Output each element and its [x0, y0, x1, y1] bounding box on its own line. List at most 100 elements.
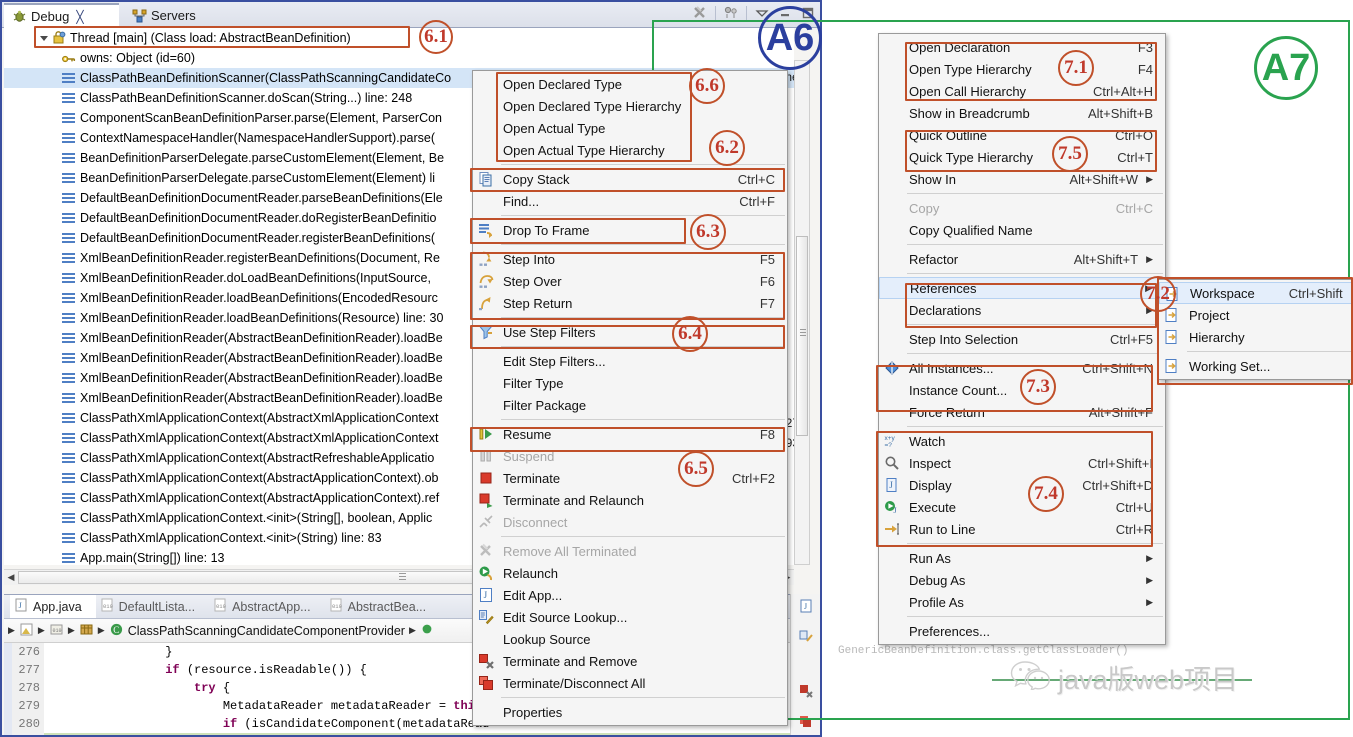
menu-item-label: Edit Step Filters... [503, 354, 606, 369]
stack-frame-icon [62, 132, 75, 144]
menu-item-run-as[interactable]: Run As▶ [879, 547, 1165, 569]
stack-frame-icon [62, 92, 75, 104]
menu-item-relaunch[interactable]: Relaunch [473, 562, 787, 584]
editor-tab-defaultlista[interactable]: 010 DefaultLista... [96, 595, 209, 618]
menu-item-show-in[interactable]: Show InAlt+Shift+W▶ [879, 168, 1165, 190]
stack-frame-label: ClassPathXmlApplicationContext(AbstractX… [80, 431, 439, 445]
stack-frame-label: ContextNamespaceHandler(NamespaceHandler… [80, 131, 435, 145]
close-icon[interactable]: ╳ [76, 10, 83, 24]
menu-item-display[interactable]: JDisplayCtrl+Shift+D [879, 474, 1165, 496]
tree-row-thread[interactable]: Thread [main] (Class load: AbstractBeanD… [4, 28, 794, 48]
menu-item-shortcut: Ctrl+R [1082, 522, 1153, 537]
tree-vertical-scrollbar[interactable] [794, 60, 810, 565]
menu-item-working-set[interactable]: Working Set... [1159, 355, 1353, 377]
menu-separator [907, 244, 1163, 245]
breadcrumb-project-icon[interactable] [19, 622, 34, 640]
stack-frame-icon [62, 212, 75, 224]
editor-context-menu[interactable]: Open DeclarationF3Open Type HierarchyF4O… [878, 33, 1166, 645]
editor-gutter[interactable] [4, 643, 12, 735]
remove-all-terminated-icon[interactable] [692, 5, 708, 21]
menu-item-step-return[interactable]: Step ReturnF7 [473, 292, 787, 314]
editor-tab-abstractapp[interactable]: 010 AbstractApp... [209, 595, 325, 618]
menu-item-copy-stack[interactable]: Copy StackCtrl+C [473, 168, 787, 190]
menu-item-suspend: Suspend [473, 445, 787, 467]
menu-item-filter-type[interactable]: Filter Type [473, 372, 787, 394]
breadcrumb-class-label[interactable]: ClassPathScanningCandidateComponentProvi… [128, 624, 405, 638]
menu-item-force-return[interactable]: Force ReturnAlt+Shift+F [879, 401, 1165, 423]
menu-item-label: Copy Stack [503, 172, 569, 187]
menu-item-workspace[interactable]: WorkspaceCtrl+Shift [1159, 282, 1353, 304]
code-line[interactable]: ScannedGenericBeanDefinition sbd [44, 733, 818, 735]
editor-tab-abstractbea[interactable]: 010 AbstractBea... [325, 595, 441, 618]
menu-item-run-to-line[interactable]: Run to LineCtrl+R [879, 518, 1165, 540]
servers-small-icon[interactable] [723, 5, 739, 21]
menu-item-step-over[interactable]: Step OverF6 [473, 270, 787, 292]
tree-row-owns[interactable]: owns: Object (id=60) [4, 48, 794, 68]
menu-item-label: Suspend [503, 449, 554, 464]
stack-frame-label: XmlBeanDefinitionReader.doLoadBeanDefini… [80, 271, 431, 285]
menu-item-step-into-selection[interactable]: Step Into SelectionCtrl+F5 [879, 328, 1165, 350]
editor-tab-app-java[interactable]: J App.java [10, 595, 96, 618]
debug-context-menu[interactable]: Open Declared Type Open Declared Type Hie… [472, 70, 788, 726]
menu-item-use-step-filters[interactable]: Use Step Filters [473, 321, 787, 343]
menu-item-edit-step-filters[interactable]: Edit Step Filters... [473, 350, 787, 372]
breadcrumb-method-icon[interactable] [420, 622, 434, 639]
tab-debug[interactable]: Debug ╳ [4, 3, 119, 28]
scrollbar-thumb[interactable] [796, 236, 808, 436]
menu-item-terminate-and-remove[interactable]: Terminate and Remove [473, 650, 787, 672]
terminate-disconnect-all-icon[interactable] [798, 714, 814, 735]
menu-item-drop-to-frame[interactable]: Drop To Frame [473, 219, 787, 241]
breadcrumb-class-icon[interactable]: C [109, 622, 124, 640]
menu-item-resume[interactable]: ResumeF8 [473, 423, 787, 445]
menu-item-profile-as[interactable]: Profile As▶ [879, 591, 1165, 613]
menu-item-label: Preferences... [909, 624, 990, 639]
expand-arrow-icon[interactable] [40, 36, 48, 41]
menu-item-open-declared-type-hierarchy[interactable]: Open Declared Type Hierarchy [473, 95, 787, 117]
menu-item-edit-app[interactable]: JEdit App... [473, 584, 787, 606]
menu-item-properties[interactable]: Properties [473, 701, 787, 723]
edit-app-icon[interactable]: J [798, 598, 814, 619]
menu-item-project[interactable]: Project [1159, 304, 1353, 326]
references-submenu[interactable]: WorkspaceCtrl+ShiftProjectHierarchy Worki… [1158, 279, 1353, 380]
menu-item-show-in-breadcrumb[interactable]: Show in BreadcrumbAlt+Shift+B [879, 102, 1165, 124]
menu-item-preferences[interactable]: Preferences... [879, 620, 1165, 642]
tab-servers[interactable]: Servers [124, 3, 229, 28]
breadcrumb-package-icon[interactable]: 010 [49, 622, 64, 640]
edit-source-lookup-icon[interactable] [798, 629, 814, 650]
menu-item-open-call-hierarchy[interactable]: Open Call HierarchyCtrl+Alt+H [879, 80, 1165, 102]
scroll-left-arrow-icon[interactable]: ◀ [4, 571, 18, 585]
menu-item-label: Relaunch [503, 566, 558, 581]
menu-item-edit-source-lookup[interactable]: Edit Source Lookup... [473, 606, 787, 628]
menu-item-watch[interactable]: x+y=?Watch [879, 430, 1165, 452]
menu-item-refactor[interactable]: RefactorAlt+Shift+T▶ [879, 248, 1165, 270]
menu-item-label: Edit App... [503, 588, 562, 603]
menu-item-open-declared-type[interactable]: Open Declared Type [473, 73, 787, 95]
menu-item-step-into[interactable]: Step IntoF5 [473, 248, 787, 270]
stack-frame-label: XmlBeanDefinitionReader(AbstractBeanDefi… [80, 351, 443, 365]
menu-item-references[interactable]: References▶ [879, 277, 1165, 299]
editor-tab-label: DefaultLista... [119, 600, 195, 614]
menu-item-open-declaration[interactable]: Open DeclarationF3 [879, 36, 1165, 58]
menu-item-find[interactable]: Find...Ctrl+F [473, 190, 787, 212]
menu-item-label: Step Into Selection [909, 332, 1018, 347]
menu-item-filter-package[interactable]: Filter Package [473, 394, 787, 416]
menu-item-terminate-disconnect-all[interactable]: Terminate/Disconnect All [473, 672, 787, 694]
menu-item-inspect[interactable]: InspectCtrl+Shift+I [879, 452, 1165, 474]
menu-item-terminate-and-relaunch[interactable]: Terminate and Relaunch [473, 489, 787, 511]
menu-item-quick-type-hierarchy[interactable]: Quick Type HierarchyCtrl+T [879, 146, 1165, 168]
menu-item-debug-as[interactable]: Debug As▶ [879, 569, 1165, 591]
menu-item-label: Open Declared Type [503, 77, 622, 92]
menu-item-quick-outline[interactable]: Quick OutlineCtrl+O [879, 124, 1165, 146]
breadcrumb-sourcefolder-icon[interactable] [79, 622, 94, 640]
menu-item-execute[interactable]: JExecuteCtrl+U [879, 496, 1165, 518]
menu-item-declarations[interactable]: Declarations▶ [879, 299, 1165, 321]
menu-item-label: Step Return [503, 296, 572, 311]
terminate-remove-icon[interactable] [798, 683, 814, 704]
menu-item-terminate[interactable]: TerminateCtrl+F2 [473, 467, 787, 489]
menu-item-open-type-hierarchy[interactable]: Open Type HierarchyF4 [879, 58, 1165, 80]
menu-item-copy-qualified-name[interactable]: Copy Qualified Name [879, 219, 1165, 241]
menu-item-hierarchy[interactable]: Hierarchy [1159, 326, 1353, 348]
menu-item-all-instances[interactable]: All Instances...Ctrl+Shift+N [879, 357, 1165, 379]
breadcrumb-arrow-icon-5: ▶ [409, 625, 416, 636]
menu-item-lookup-source[interactable]: Lookup Source [473, 628, 787, 650]
